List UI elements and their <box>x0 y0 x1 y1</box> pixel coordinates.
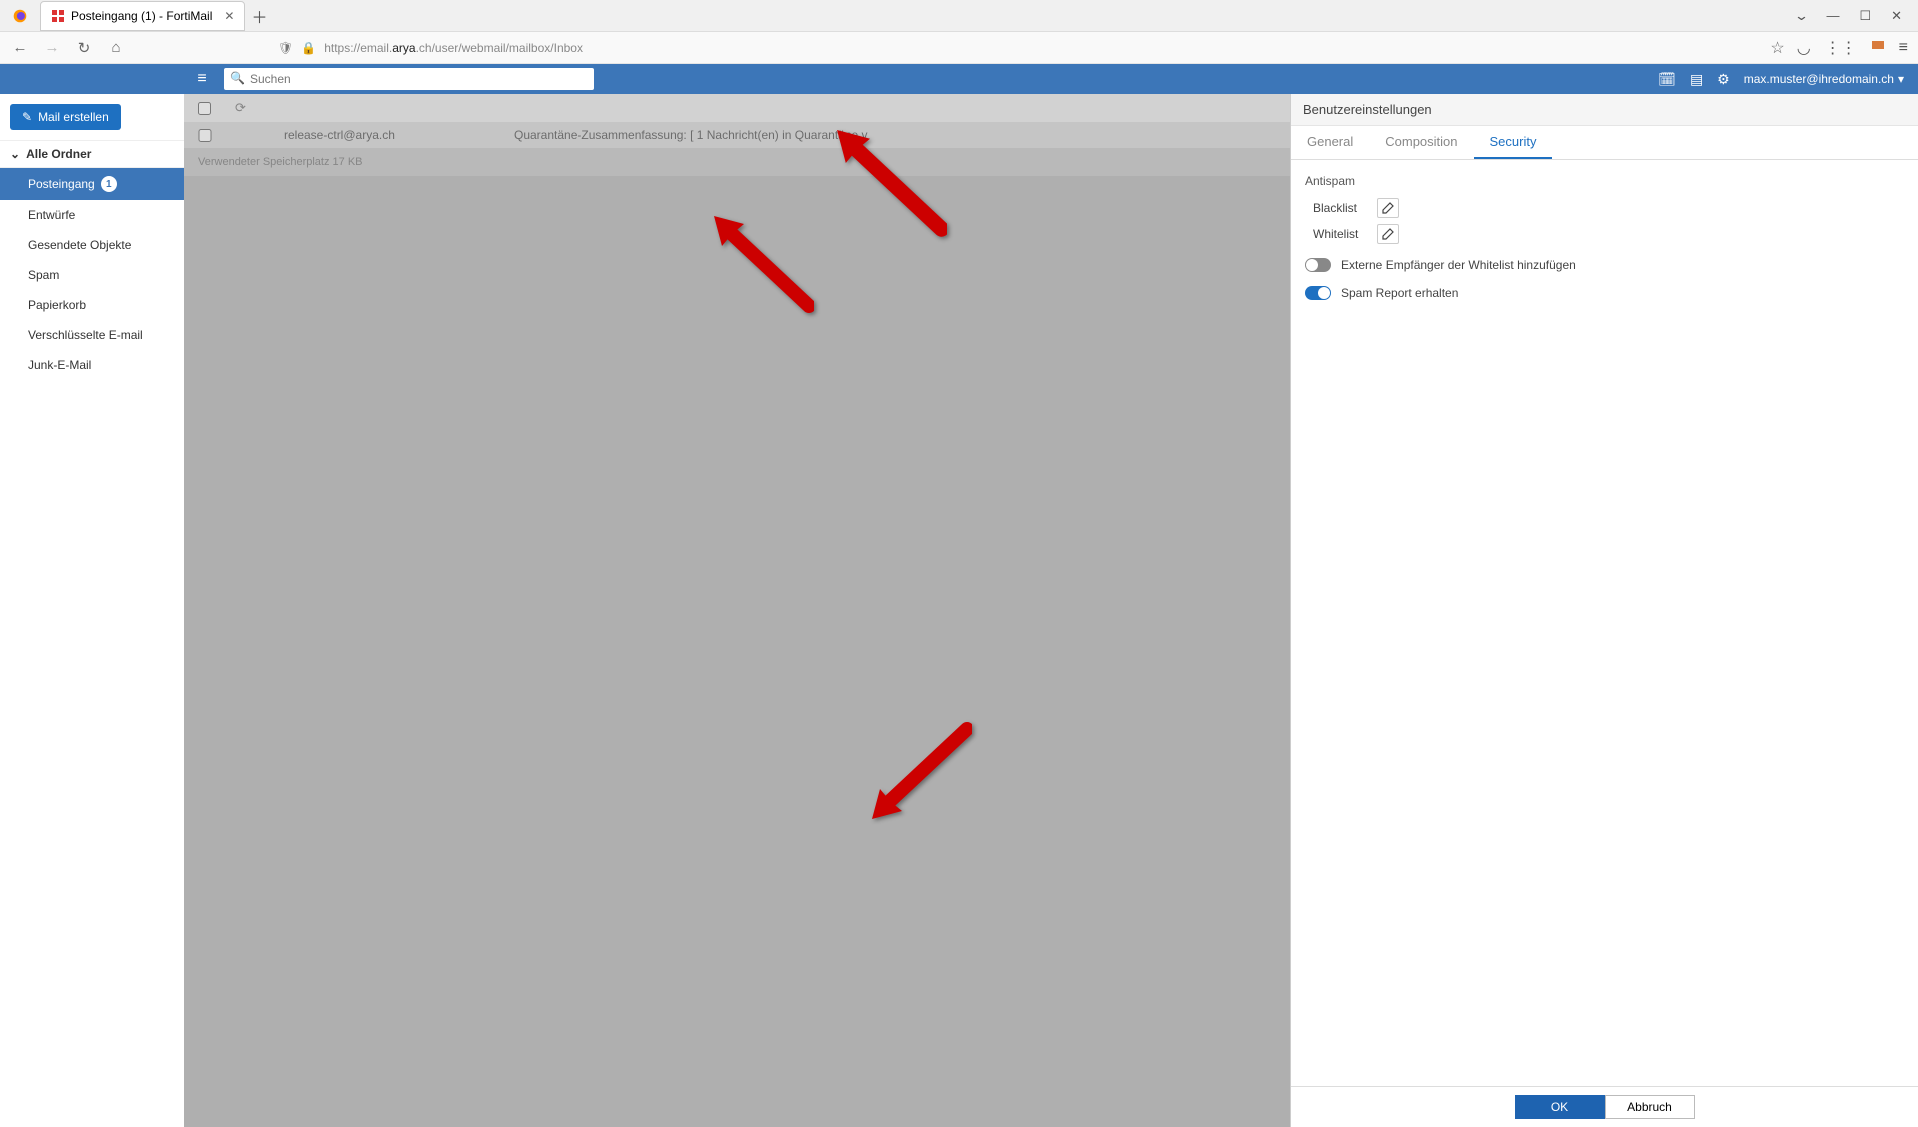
new-tab-button[interactable]: ＋ <box>245 4 273 28</box>
sidebar-folder-item[interactable]: Papierkorb <box>0 290 184 320</box>
chevron-down-icon: ⌄ <box>10 147 20 161</box>
nav-reload-icon[interactable]: ↻ <box>74 39 94 57</box>
window-close-icon[interactable]: ✕ <box>1891 8 1902 24</box>
folders-header-label: Alle Ordner <box>26 147 91 161</box>
external-whitelist-toggle[interactable] <box>1305 258 1331 272</box>
url-text: https://email.arya.ch/user/webmail/mailb… <box>324 41 583 55</box>
folders-header[interactable]: ⌄ Alle Ordner <box>0 140 184 168</box>
library-icon[interactable]: ⋮⋮ <box>1825 38 1857 58</box>
external-whitelist-label: Externe Empfänger der Whitelist hinzufüg… <box>1341 258 1576 272</box>
settings-panel-title: Benutzereinstellungen <box>1291 94 1918 126</box>
compose-label: Mail erstellen <box>38 110 109 124</box>
folder-label: Posteingang <box>28 177 95 191</box>
folder-label: Spam <box>28 268 59 282</box>
edit-icon <box>1382 202 1394 214</box>
folder-label: Junk-E-Mail <box>28 358 91 372</box>
tab-security[interactable]: Security <box>1474 126 1553 159</box>
browser-tab-strip: Posteingang (1) - FortiMail ✕ ＋ ⌄ — ☐ ✕ <box>0 0 1918 32</box>
lock-icon[interactable]: 🔒 <box>301 41 316 55</box>
extension-icon[interactable] <box>1871 38 1885 57</box>
nav-home-icon[interactable]: ⌂ <box>106 39 126 56</box>
blacklist-label: Blacklist <box>1313 201 1367 215</box>
window-maximize-icon[interactable]: ☐ <box>1859 8 1871 24</box>
search-input[interactable] <box>224 68 594 90</box>
folder-label: Entwürfe <box>28 208 75 222</box>
calendar-icon[interactable]: 🗓 <box>1658 71 1676 88</box>
settings-gear-icon[interactable]: ⚙ <box>1717 71 1730 88</box>
browser-nav-toolbar: ← → ↻ ⌂ 🛡 🔒 https://email.arya.ch/user/w… <box>0 32 1918 64</box>
bookmark-star-icon[interactable]: ☆ <box>1770 38 1784 58</box>
edit-icon <box>1382 228 1394 240</box>
tab-general[interactable]: General <box>1291 126 1369 159</box>
sidebar-folder-item[interactable]: Junk-E-Mail <box>0 350 184 380</box>
sidebar-folder-item[interactable]: Verschlüsselte E-mail <box>0 320 184 350</box>
folder-label: Papierkorb <box>28 298 86 312</box>
user-menu[interactable]: max.muster@ihredomain.ch ▾ <box>1744 72 1904 86</box>
shield-icon[interactable]: 🛡 <box>278 41 293 55</box>
folder-list: Posteingang 1 Entwürfe Gesendete Objekte Spa… <box>0 168 184 380</box>
search-icon: 🔍 <box>230 71 245 85</box>
pocket-icon[interactable]: ◡ <box>1797 38 1811 58</box>
menu-icon[interactable]: ≡ <box>1899 39 1908 57</box>
user-email-label: max.muster@ihredomain.ch <box>1744 72 1894 86</box>
spam-report-label: Spam Report erhalten <box>1341 286 1458 300</box>
addressbook-icon[interactable]: ▤ <box>1690 71 1703 88</box>
sidebar-folder-item[interactable]: Entwürfe <box>0 200 184 230</box>
sidebar: ✎ Mail erstellen ⌄ Alle Ordner Posteinga… <box>0 94 184 1127</box>
nav-forward-icon: → <box>42 39 62 56</box>
ok-button[interactable]: OK <box>1515 1095 1605 1119</box>
whitelist-edit-button[interactable] <box>1377 224 1399 244</box>
unread-badge: 1 <box>101 176 117 192</box>
tab-composition[interactable]: Composition <box>1369 126 1473 159</box>
fortimail-favicon-icon <box>51 9 65 23</box>
dropdown-caret-icon: ▾ <box>1898 72 1904 86</box>
nav-back-icon[interactable]: ← <box>10 39 30 56</box>
settings-panel: Benutzereinstellungen General Compositio… <box>1290 94 1918 1127</box>
browser-tab[interactable]: Posteingang (1) - FortiMail ✕ <box>40 1 245 31</box>
antispam-section-title: Antispam <box>1305 174 1904 188</box>
blacklist-edit-button[interactable] <box>1377 198 1399 218</box>
settings-tabs: General Composition Security <box>1291 126 1918 160</box>
compose-button[interactable]: ✎ Mail erstellen <box>10 104 121 130</box>
sidebar-folder-item[interactable]: Posteingang 1 <box>0 168 184 200</box>
firefox-icon <box>0 7 40 25</box>
tabs-dropdown-icon[interactable]: ⌄ <box>1793 8 1808 24</box>
pencil-icon: ✎ <box>22 110 32 124</box>
whitelist-label: Whitelist <box>1313 227 1367 241</box>
folder-label: Verschlüsselte E-mail <box>28 328 143 342</box>
browser-tab-title: Posteingang (1) - FortiMail <box>71 9 212 23</box>
folder-label: Gesendete Objekte <box>28 238 131 252</box>
window-minimize-icon[interactable]: — <box>1826 8 1839 24</box>
spam-report-toggle[interactable] <box>1305 286 1331 300</box>
url-bar[interactable]: 🛡 🔒 https://email.arya.ch/user/webmail/m… <box>138 41 1758 55</box>
sidebar-folder-item[interactable]: Gesendete Objekte <box>0 230 184 260</box>
cancel-button[interactable]: Abbruch <box>1605 1095 1695 1119</box>
app-header: ≡ 🔍 🗓 ▤ ⚙ max.muster@ihredomain.ch ▾ <box>0 64 1918 94</box>
sidebar-folder-item[interactable]: Spam <box>0 260 184 290</box>
close-tab-icon[interactable]: ✕ <box>224 9 234 23</box>
sidebar-toggle-icon[interactable]: ≡ <box>184 70 220 88</box>
